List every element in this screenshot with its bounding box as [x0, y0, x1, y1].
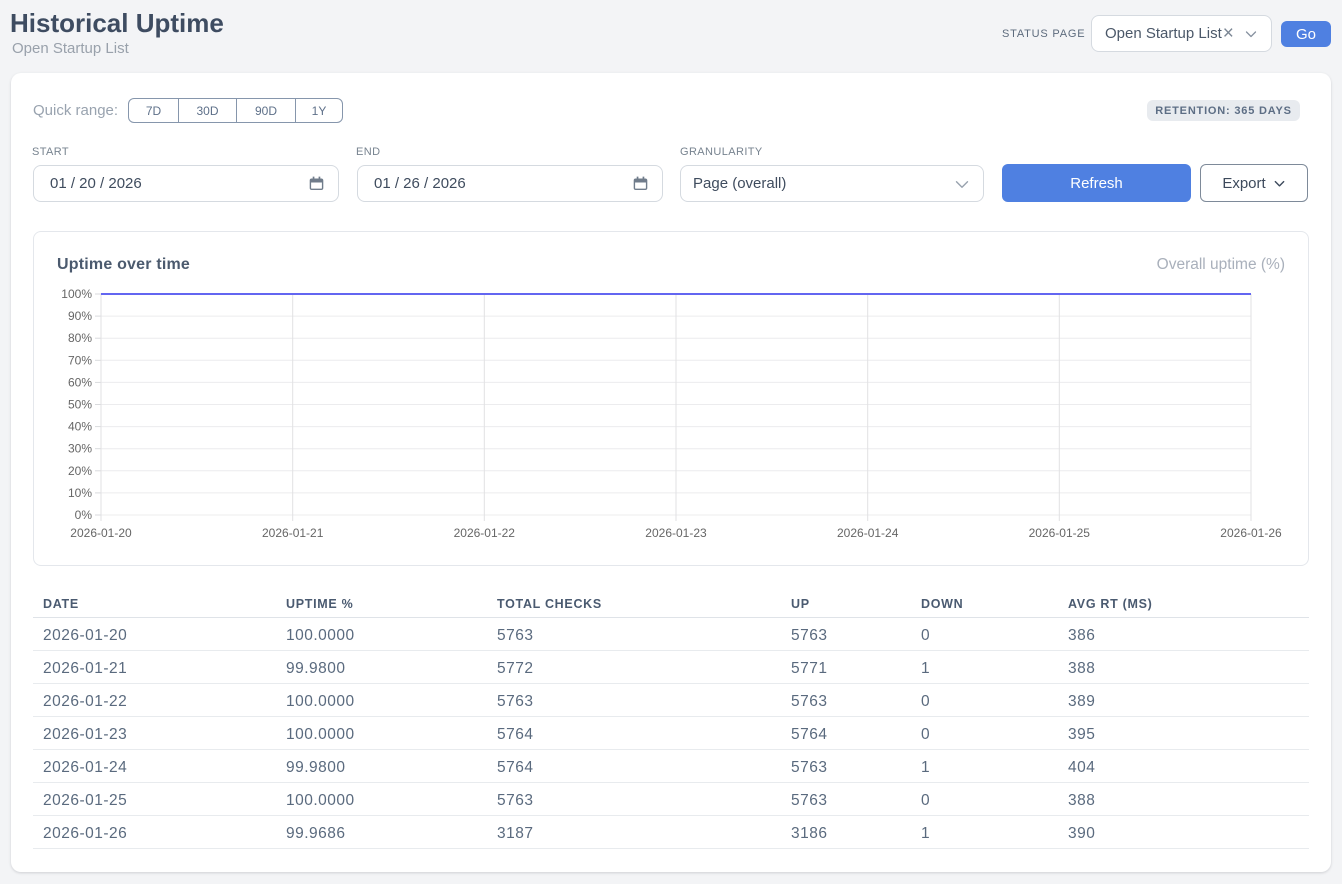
svg-text:2026-01-25: 2026-01-25: [1029, 526, 1091, 540]
svg-text:0%: 0%: [75, 508, 93, 522]
svg-text:80%: 80%: [68, 331, 92, 345]
svg-text:70%: 70%: [68, 353, 92, 367]
svg-text:2026-01-22: 2026-01-22: [454, 526, 516, 540]
svg-text:2026-01-24: 2026-01-24: [837, 526, 899, 540]
svg-text:10%: 10%: [68, 486, 92, 500]
svg-text:100%: 100%: [61, 287, 92, 301]
svg-text:20%: 20%: [68, 464, 92, 478]
svg-text:40%: 40%: [68, 420, 92, 434]
svg-text:60%: 60%: [68, 375, 92, 389]
svg-text:50%: 50%: [68, 398, 92, 412]
svg-text:90%: 90%: [68, 309, 92, 323]
svg-text:2026-01-26: 2026-01-26: [1220, 526, 1282, 540]
svg-text:2026-01-21: 2026-01-21: [262, 526, 324, 540]
svg-text:30%: 30%: [68, 442, 92, 456]
svg-text:2026-01-23: 2026-01-23: [645, 526, 707, 540]
svg-text:2026-01-20: 2026-01-20: [70, 526, 132, 540]
